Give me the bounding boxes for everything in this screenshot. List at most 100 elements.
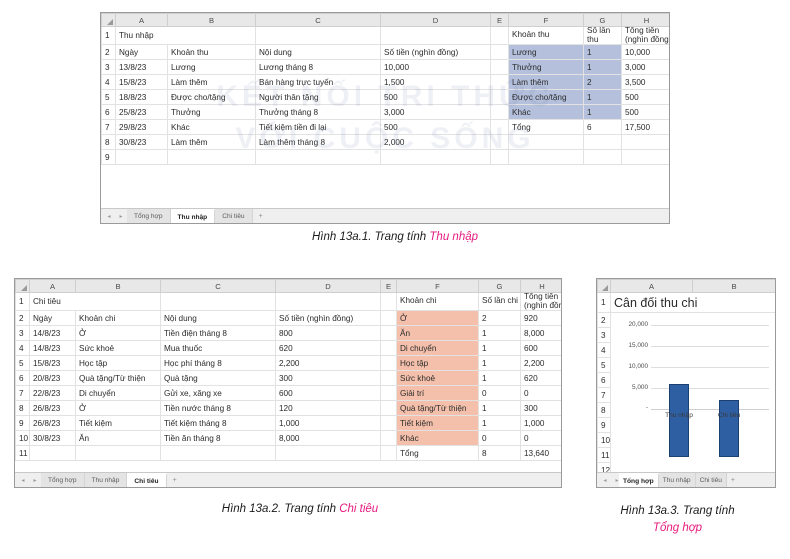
add-sheet-icon[interactable]: + [167,473,183,487]
column-header-g[interactable]: G [583,13,622,27]
row-header-5[interactable]: 5 [597,357,611,373]
table-row[interactable]: 7 22/8/23 Di chuyển Gửi xe, xăng xe 600 … [15,385,561,402]
cell-e6[interactable] [490,104,509,121]
row-header-3[interactable]: 3 [15,325,30,342]
row-header-4[interactable]: 4 [101,74,116,91]
summary-count-2[interactable]: 1 [478,340,521,357]
summary-count-4[interactable]: 1 [478,370,521,387]
row-header-9[interactable]: 9 [101,149,116,166]
cell-category[interactable]: Làm thêm [167,134,256,151]
cell-amount[interactable]: 800 [275,325,381,342]
row-header-3[interactable]: 3 [597,327,611,343]
cell-amount[interactable]: 1,500 [380,74,491,91]
row-header-6[interactable]: 6 [101,104,116,121]
cell-date[interactable]: 30/8/23 [29,430,76,447]
column-header-f[interactable]: F [396,279,479,293]
column-header-b[interactable]: B [692,279,775,293]
cell-date[interactable]: 13/8/23 [115,59,168,76]
column-header-f[interactable]: F [508,13,584,27]
cell-h9[interactable] [621,149,669,166]
table-row[interactable]: 4 15/8/23 Làm thêm Bán hàng trực tuyến 1… [101,74,669,91]
row-header-2[interactable]: 2 [15,310,30,327]
column-header-e[interactable]: E [380,279,397,293]
column-header-a[interactable]: A [115,13,168,27]
cell-content[interactable]: Tiết kiệm tiền đi lại [255,119,381,136]
summary-total-1[interactable]: 3,000 [621,59,669,76]
row-header-1[interactable]: 1 [597,292,611,313]
row-header-5[interactable]: 5 [15,355,30,372]
cell-date[interactable]: 29/8/23 [115,119,168,136]
sheet-tab-tong-hop[interactable]: Tổng hợp [619,473,659,487]
cell-category[interactable]: Khác [167,119,256,136]
column-header-a[interactable]: A [610,279,693,293]
cell-content[interactable]: Tiền điện tháng 8 [160,325,276,342]
cell-content[interactable]: Tiền ăn tháng 8 [160,430,276,447]
cell-e4[interactable] [380,340,397,357]
cell-category[interactable]: Học tập [75,355,161,372]
summary-count-3[interactable]: 1 [583,89,622,106]
summary-total-1[interactable]: 8,000 [520,325,561,342]
column-header-c[interactable]: C [255,13,381,27]
table-row[interactable]: 9 26/8/23 Tiết kiệm Tiết kiệm tháng 8 1,… [15,415,561,432]
summary-name-4[interactable]: Sức khoẻ [396,370,479,387]
cell-a9[interactable] [115,149,168,166]
add-sheet-icon[interactable]: + [253,209,269,223]
cell-content[interactable]: Quà tặng [160,370,276,387]
cell-f8[interactable] [508,134,584,151]
sheet-grid-thu-nhap[interactable]: A B C D E F G H 1 Thu nhập Khoản thu Số … [101,13,669,166]
summary-name-1[interactable]: Ăn [396,325,479,342]
row-header-9[interactable]: 9 [597,417,611,433]
summary-count-3[interactable]: 1 [478,355,521,372]
summary-name-3[interactable]: Học tập [396,355,479,372]
cell-date[interactable]: 18/8/23 [115,89,168,106]
cell-category[interactable]: Được cho/tặng [167,89,256,106]
select-all-corner[interactable] [101,13,116,27]
cell-e8[interactable] [380,400,397,417]
cell-date[interactable]: 22/8/23 [29,385,76,402]
cell-c1[interactable] [160,291,276,312]
add-sheet-icon[interactable]: + [727,473,739,487]
cell-content[interactable]: Tiết kiệm tháng 8 [160,415,276,432]
row-header-8[interactable]: 8 [597,402,611,418]
summary-count-7[interactable]: 1 [478,415,521,432]
cell-content[interactable]: Người thân tặng [255,89,381,106]
row-header-10[interactable]: 10 [15,430,30,447]
cell-content[interactable]: Học phí tháng 8 [160,355,276,372]
sheet-tab-bar[interactable]: ◂ ▸ Tổng hợp Thu nhập Chi tiêu + [597,472,775,487]
cell-amount[interactable]: 8,000 [275,430,381,447]
column-header-e[interactable]: E [490,13,509,27]
cell-e3[interactable] [490,59,509,76]
bar-chi-tieu[interactable] [719,400,739,457]
cell-category[interactable]: Tiết kiệm [75,415,161,432]
cell-date[interactable]: 14/8/23 [29,325,76,342]
summary-total-2[interactable]: 600 [520,340,561,357]
row-header-1[interactable]: 1 [15,291,30,312]
row-header-7[interactable]: 7 [101,119,116,136]
row-header-4[interactable]: 4 [15,340,30,357]
cell-content[interactable]: Thưởng tháng 8 [255,104,381,121]
row-header-11[interactable]: 11 [15,445,30,462]
summary-total-4[interactable]: 620 [520,370,561,387]
table-row[interactable]: 7 29/8/23 Khác Tiết kiệm tiền đi lại 500… [101,119,669,136]
table-row[interactable]: 10 30/8/23 Ăn Tiền ăn tháng 8 8,000 Khác… [15,430,561,447]
row-header-9[interactable]: 9 [15,415,30,432]
cell-g8[interactable] [583,134,622,151]
summary-name-6[interactable]: Quà tặng/Từ thiện [396,400,479,417]
table-row[interactable]: 1 Cân đối thu chi [597,292,775,313]
summary-count-0[interactable]: 2 [478,310,521,327]
table-row[interactable]: 11 Tổng 8 13,640 [15,445,561,462]
bar-thu-nhap[interactable] [669,384,689,457]
sheet-grid-tong-hop[interactable]: A B 1 Cân đối thu chi 2 20,000 15,000 10… [597,279,775,487]
summary-count-0[interactable]: 1 [583,44,622,61]
cell-date[interactable]: 15/8/23 [29,355,76,372]
tab-nav-arrows[interactable]: ◂ ▸ [599,473,623,487]
cell-amount[interactable]: 500 [380,119,491,136]
cell-e8[interactable] [490,134,509,151]
tab-prev-icon[interactable]: ◂ [107,213,110,220]
cell-f9[interactable] [508,149,584,166]
tab-prev-icon[interactable]: ◂ [21,477,24,484]
column-header-row[interactable]: A B C D E F G H [101,13,669,27]
cell-content[interactable]: Gửi xe, xăng xe [160,385,276,402]
summary-name-3[interactable]: Được cho/tặng [508,89,584,106]
cell-category[interactable]: Ở [75,400,161,417]
